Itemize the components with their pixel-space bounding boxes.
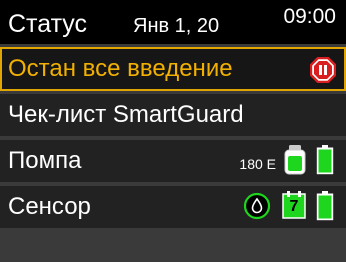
page-title: Статус [8, 10, 88, 38]
sensor-battery-icon [316, 191, 334, 221]
calibration-days: 7 [289, 198, 299, 215]
blood-drop-icon [243, 192, 271, 220]
stop-delivery-item[interactable]: Остан все введение [0, 47, 346, 91]
sensor-label: Сенсор [8, 193, 91, 220]
calendar-icon: 7 [282, 191, 306, 219]
pump-item[interactable]: Помпа 180 Е [0, 140, 346, 182]
header-date: Янв 1, 20 [133, 15, 220, 37]
sensor-item[interactable]: Сенсор 7 [0, 186, 346, 228]
smartguard-checklist-item[interactable]: Чек-лист SmartGuard [0, 94, 346, 136]
header-time: 09:00 [283, 5, 336, 28]
header-bar: Статус Янв 1, 20 09:00 [0, 0, 346, 44]
pump-label: Помпа [8, 147, 82, 174]
pump-battery-icon [316, 145, 334, 175]
status-screen: Статус Янв 1, 20 09:00 Остан все введени… [0, 0, 346, 262]
stop-delivery-label: Остан все введение [8, 55, 233, 82]
stop-icon [310, 57, 336, 83]
reservoir-icon [284, 145, 306, 175]
reservoir-units: 180 Е [239, 156, 276, 172]
smartguard-checklist-label: Чек-лист SmartGuard [8, 101, 244, 128]
